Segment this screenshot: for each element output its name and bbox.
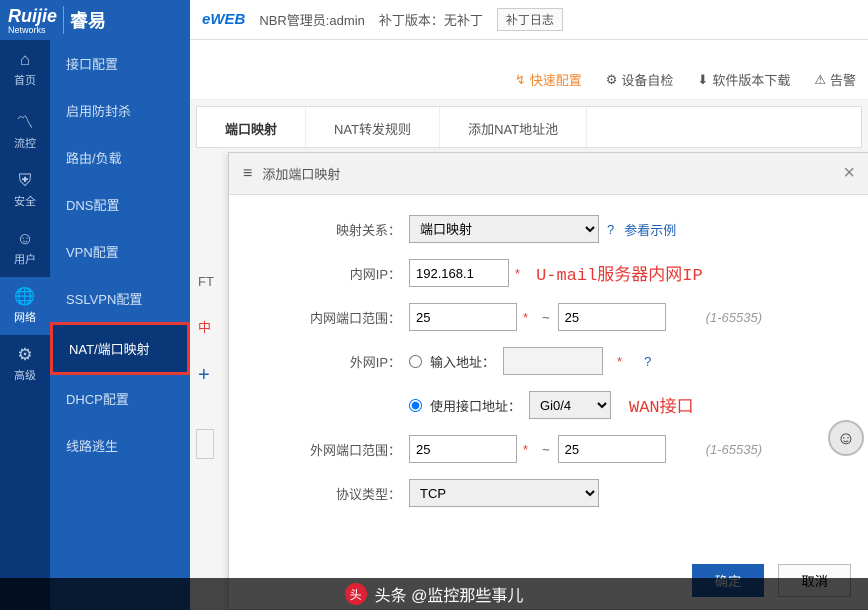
content-area: 端口映射 NAT转发规则 添加NAT地址池 FT 中 + ≡ 添加端口映射 × … [190,100,868,610]
row-map-relationship: 映射关系： 端口映射 ? 参看示例 [239,215,859,243]
rail-security[interactable]: ⛨安全 [0,161,50,219]
modal-title: 添加端口映射 [262,164,340,183]
gear-icon: ⚙ [606,72,618,88]
watermark-text: 头条 @监控那些事儿 [375,582,524,606]
checkbox[interactable] [196,429,214,459]
input-inner-port-to[interactable] [558,303,666,331]
globe-icon: 🌐 [2,287,48,307]
lightning-icon: ↯ [515,72,526,88]
close-icon[interactable]: × [843,162,855,185]
row-protocol: 协议类型： TCP [239,479,859,507]
input-inner-ip[interactable] [409,259,509,287]
chart-icon: 〽 [2,108,48,133]
tab-port-map[interactable]: 端口映射 [197,107,306,147]
brand-cn: 睿易 [70,7,106,33]
warning-icon: ⚠ [814,72,826,88]
brand-sub: Networks [8,25,57,35]
side-snippet: FT 中 + [190,260,220,459]
app-header: Ruijie Networks 睿易 eWEB NBR管理员:admin 补丁版… [0,0,868,40]
label-protocol: 协议类型： [239,484,409,503]
subnav-dhcp[interactable]: DHCP配置 [50,375,190,422]
row-use-iface: 使用接口地址： Gi0/4 WAN接口 [239,391,859,419]
admin-label: NBR管理员:admin [259,10,364,29]
radio-input-address[interactable] [409,355,422,368]
home-icon: ⌂ [2,50,48,70]
rail-home[interactable]: ⌂首页 [0,40,50,98]
logo-area: Ruijie Networks 睿易 [0,0,190,40]
row-inner-ip: 内网IP： * U-mail服务器内网IP [239,259,859,287]
left-rail: ⌂首页 〽流控 ⛨安全 ☺用户 🌐网络 ⚙高级 [0,40,50,610]
input-outer-port-to[interactable] [558,435,666,463]
row-inner-port: 内网端口范围： * ~ (1-65535) [239,303,859,331]
label-inner-ip: 内网IP： [239,264,409,283]
tab-bar: 端口映射 NAT转发规则 添加NAT地址池 [196,106,862,148]
row-outer-ip: 外网IP： 输入地址： * ? [239,347,859,375]
annotation-wan: WAN接口 [629,392,694,418]
label-outer-ip: 外网IP： [239,352,409,371]
brand-text: Ruijie [8,6,57,26]
quick-config-link[interactable]: ↯ 快速配置 [515,70,582,89]
eweb-label: eWEB [202,11,245,28]
shield-icon: ⛨ [2,171,48,191]
subnav-nat[interactable]: NAT/端口映射 [50,322,190,375]
subnav-dns[interactable]: DNS配置 [50,181,190,228]
label-map-rel: 映射关系： [239,220,409,239]
help-icon[interactable]: ? [607,222,614,237]
example-link[interactable]: 参看示例 [624,220,676,239]
port-hint: (1-65535) [706,310,762,325]
download-link[interactable]: ⬇ 软件版本下载 [697,70,790,89]
self-check-link[interactable]: ⚙ 设备自检 [606,70,674,89]
modal-body: 映射关系： 端口映射 ? 参看示例 内网IP： * U-mail服务器内网IP … [229,195,868,533]
subnav-iface[interactable]: 接口配置 [50,40,190,87]
row-outer-port: 外网端口范围： * ~ (1-65535) [239,435,859,463]
sub-nav: 接口配置 启用防封杀 路由/负载 DNS配置 VPN配置 SSLVPN配置 NA… [50,40,190,610]
subnav-antikill[interactable]: 启用防封杀 [50,87,190,134]
toolbar: ↯ 快速配置 ⚙ 设备自检 ⬇ 软件版本下载 ⚠ 告警 [190,60,868,100]
subnav-vpn[interactable]: VPN配置 [50,228,190,275]
modal-header: ≡ 添加端口映射 × [229,153,868,195]
required-star: * [515,266,520,281]
add-button[interactable]: + [190,350,220,401]
watermark-logo-icon: 头 [345,583,367,605]
snip-ft: FT [190,260,220,303]
subnav-sslvpn[interactable]: SSLVPN配置 [50,275,190,322]
rail-user[interactable]: ☺用户 [0,219,50,277]
input-outer-port-from[interactable] [409,435,517,463]
select-interface[interactable]: Gi0/4 [529,391,611,419]
user-icon: ☺ [2,229,48,249]
radio-use-interface[interactable] [409,399,422,412]
port-hint-2: (1-65535) [706,442,762,457]
tab-nat-forward[interactable]: NAT转发规则 [306,107,440,147]
snip-cn: 中 [190,303,220,350]
assistant-bubble[interactable]: ☺ [828,420,864,456]
rail-advanced[interactable]: ⚙高级 [0,335,50,393]
select-protocol[interactable]: TCP [409,479,599,507]
annotation-inner-ip: U-mail服务器内网IP [536,260,703,286]
patch-version: 补丁版本：无补丁 [379,10,483,29]
header-right: eWEB NBR管理员:admin 补丁版本：无补丁 补丁日志 [190,0,868,40]
label-outer-port: 外网端口范围： [239,440,409,459]
watermark-footer: 头 头条 @监控那些事儿 [0,578,868,610]
add-port-map-modal: ≡ 添加端口映射 × 映射关系： 端口映射 ? 参看示例 内网IP： * U-m… [228,152,868,610]
select-map-rel[interactable]: 端口映射 [409,215,599,243]
tab-add-pool[interactable]: 添加NAT地址池 [440,107,587,147]
download-icon: ⬇ [697,72,708,88]
rail-flow[interactable]: 〽流控 [0,98,50,161]
subnav-escape[interactable]: 线路逃生 [50,422,190,469]
rail-network[interactable]: 🌐网络 [0,277,50,335]
logo-divider [63,6,64,34]
brand-logo: Ruijie Networks [8,6,57,35]
input-outer-ip[interactable] [503,347,603,375]
patch-log-button[interactable]: 补丁日志 [497,8,563,31]
menu-icon: ≡ [243,165,252,183]
gear-icon: ⚙ [2,345,48,365]
help-icon[interactable]: ? [644,354,651,369]
alert-link[interactable]: ⚠ 告警 [814,70,856,89]
label-inner-port: 内网端口范围： [239,308,409,327]
input-inner-port-from[interactable] [409,303,517,331]
subnav-route[interactable]: 路由/负载 [50,134,190,181]
